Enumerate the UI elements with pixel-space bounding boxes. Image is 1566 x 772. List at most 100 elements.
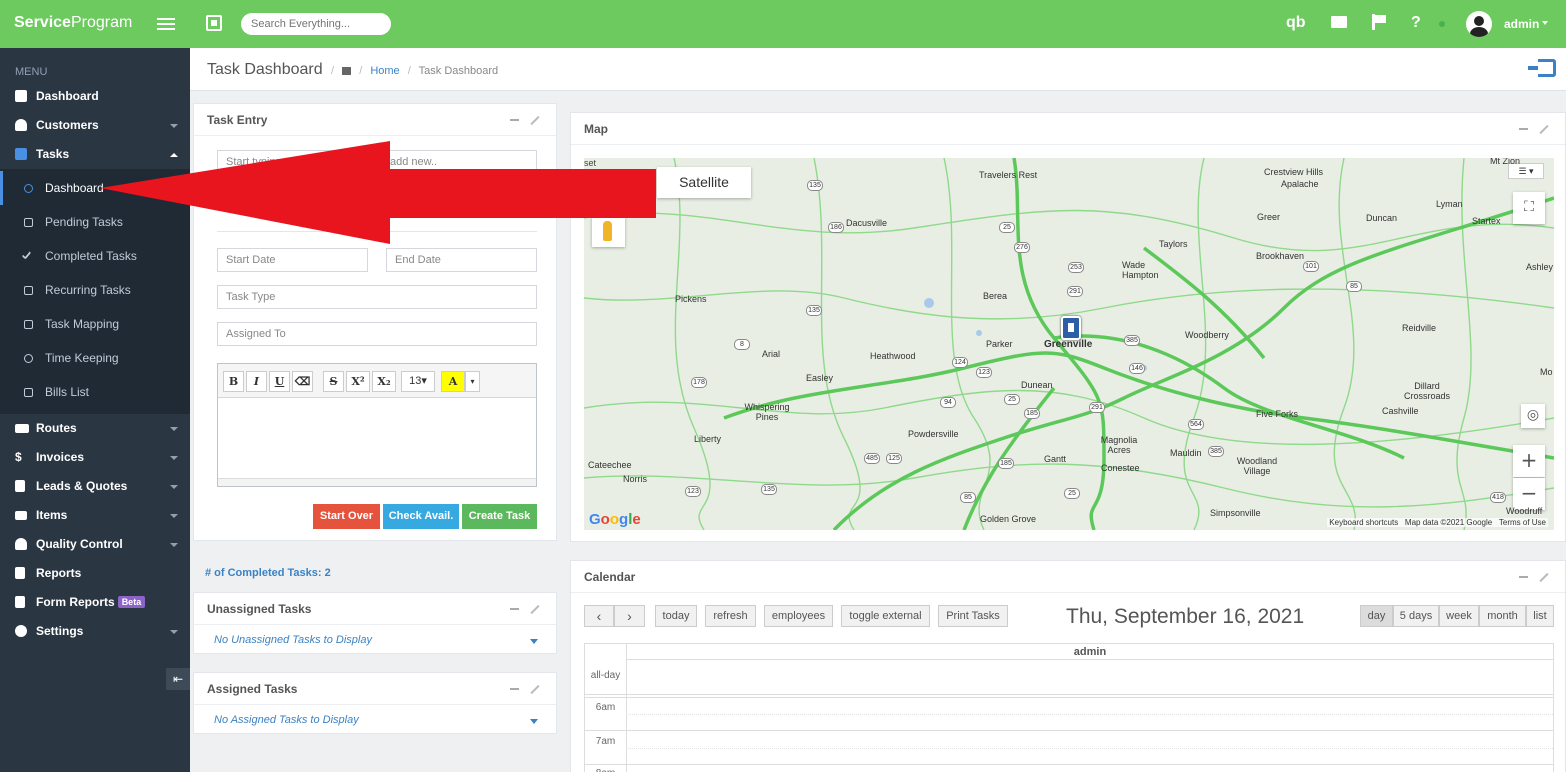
satellite-toggle-button[interactable]: Satellite (657, 167, 751, 198)
text-color-button[interactable]: A (441, 371, 465, 392)
calendar-toggle-external-button[interactable]: toggle external (841, 605, 930, 627)
map-city-label: Woodland Village (1236, 456, 1278, 476)
sidebar-item-quality-control[interactable]: Quality Control (0, 530, 190, 559)
help-icon[interactable]: ? (1411, 14, 1421, 32)
minimize-icon[interactable] (1519, 576, 1528, 578)
sidebar-item-leads-quotes[interactable]: Leads & Quotes (0, 472, 190, 501)
route-shield: 135 (806, 305, 822, 316)
strikethrough-button[interactable]: S (323, 371, 344, 392)
calendar-view-week[interactable]: week (1439, 605, 1479, 627)
keyboard-shortcuts-link[interactable]: Keyboard shortcuts (1329, 518, 1398, 527)
unassigned-tasks-panel: Unassigned Tasks No Unassigned Tasks to … (193, 592, 557, 654)
rich-text-editor[interactable]: B I U ⌫ S X² X₂ 13▾ A ▾ (217, 363, 537, 487)
pin-icon[interactable] (530, 684, 540, 695)
fullscreen-icon[interactable] (206, 15, 222, 31)
assigned-to-select[interactable]: Assigned To (217, 322, 537, 346)
breadcrumb-home-link[interactable]: Home (370, 65, 399, 77)
sidebar-item-settings[interactable]: Settings (0, 617, 190, 646)
sidebar-item-items[interactable]: Items (0, 501, 190, 530)
map-city-label: Liberty (694, 434, 722, 444)
italic-button[interactable]: I (246, 371, 267, 392)
chevron-down-icon[interactable] (530, 639, 538, 644)
chevron-down-icon[interactable]: ▾ (465, 371, 480, 392)
quickbooks-icon[interactable]: qb (1286, 14, 1306, 32)
minimize-icon[interactable] (510, 119, 519, 121)
calendar-prev-button[interactable]: ‹ (584, 605, 614, 627)
avatar[interactable] (1466, 11, 1492, 37)
map-city-label: Powdersville (908, 429, 959, 439)
route-shield: 124 (952, 357, 968, 368)
sidebar-item-invoices[interactable]: $ Invoices (0, 443, 190, 472)
pin-icon[interactable] (530, 604, 540, 615)
home-icon[interactable] (342, 67, 352, 75)
dollar-icon: $ (15, 450, 22, 464)
submenu-item-bills-list[interactable]: Bills List (0, 375, 190, 409)
sidebar-item-reports[interactable]: Reports (0, 559, 190, 588)
sidebar-item-routes[interactable]: Routes (0, 414, 190, 443)
sidebar-item-dashboard[interactable]: Dashboard (0, 82, 190, 111)
font-size-select[interactable]: 13▾ (401, 371, 435, 392)
minimize-icon[interactable] (510, 608, 519, 610)
page-header: Task Dashboard / / Home / Task Dashboard (190, 48, 1566, 91)
calendar-view-month[interactable]: month (1479, 605, 1526, 627)
end-date-input[interactable]: End Date (386, 248, 537, 272)
list-icon (24, 388, 33, 397)
chevron-down-icon[interactable] (1542, 21, 1548, 25)
search-input[interactable] (241, 13, 391, 35)
calendar-view-list[interactable]: list (1526, 605, 1554, 627)
completed-tasks-count[interactable]: # of Completed Tasks: 2 (205, 567, 331, 579)
my-location-icon[interactable]: ◎ (1521, 404, 1545, 428)
calendar-employees-button[interactable]: employees (764, 605, 833, 627)
resize-handle-icon[interactable] (218, 478, 536, 486)
calendar-view-5-days[interactable]: 5 days (1393, 605, 1439, 627)
zoom-in-button[interactable]: + (1513, 445, 1545, 477)
check-availability-button[interactable]: Check Avail. (383, 504, 459, 529)
map-fullscreen-icon[interactable]: ⛶ (1513, 192, 1545, 224)
submenu-item-task-mapping[interactable]: Task Mapping (0, 307, 190, 341)
brand-logo[interactable]: ServiceProgram (14, 14, 132, 32)
repeat-icon (24, 286, 33, 295)
calendar-view-day[interactable]: day (1360, 605, 1393, 627)
hamburger-menu-icon[interactable] (157, 15, 175, 33)
route-shield: 253 (1068, 262, 1084, 273)
calendar-today-button[interactable]: today (655, 605, 697, 627)
pin-icon[interactable] (530, 115, 540, 126)
superscript-button[interactable]: X² (346, 371, 370, 392)
submenu-item-time-keeping[interactable]: Time Keeping (0, 341, 190, 375)
pin-icon[interactable] (1539, 572, 1549, 583)
submenu-item-recurring-tasks[interactable]: Recurring Tasks (0, 273, 190, 307)
route-shield: 385 (1208, 446, 1224, 457)
calendar-refresh-button[interactable]: refresh (705, 605, 756, 627)
sign-in-icon[interactable] (1528, 59, 1556, 77)
mail-icon[interactable] (1331, 16, 1347, 28)
terms-of-use-link[interactable]: Terms of Use (1499, 518, 1546, 527)
minimize-icon[interactable] (510, 688, 519, 690)
route-shield: 85 (960, 492, 976, 503)
route-shield: 418 (1490, 492, 1506, 503)
start-date-input[interactable]: Start Date (217, 248, 368, 272)
start-over-button[interactable]: Start Over (313, 504, 380, 529)
chevron-down-icon[interactable] (530, 719, 538, 724)
calendar-next-button[interactable]: › (614, 605, 645, 627)
sidebar-collapse-icon[interactable]: ⇤ (166, 668, 190, 690)
underline-button[interactable]: U (269, 371, 290, 392)
map-city-label: Magnolia Acres (1100, 435, 1138, 455)
map-marker-icon[interactable] (1061, 316, 1081, 340)
subscript-button[interactable]: X₂ (372, 371, 396, 392)
task-type-select[interactable]: Task Type (217, 285, 537, 309)
breadcrumb-current: Task Dashboard (418, 65, 499, 77)
pin-icon[interactable] (1539, 124, 1549, 135)
create-task-button[interactable]: Create Task (462, 504, 537, 529)
map-city-label: Taylors (1159, 239, 1188, 249)
bold-button[interactable]: B (223, 371, 244, 392)
map-city-label: Reidville (1402, 323, 1437, 333)
calendar-print-tasks-button[interactable]: Print Tasks (938, 605, 1008, 627)
sidebar-item-customers[interactable]: Customers (0, 111, 190, 140)
eraser-icon[interactable]: ⌫ (292, 371, 313, 392)
minimize-icon[interactable] (1519, 128, 1528, 130)
map-city-label: Wade Hampton (1122, 260, 1159, 280)
map-canvas[interactable]: Satellite set ☰ ▾ ⛶ ◎ + − Travelers Rest… (584, 158, 1554, 530)
sidebar-item-form-reports[interactable]: Form Reports Beta (0, 588, 190, 617)
editor-toolbar: B I U ⌫ S X² X₂ 13▾ A ▾ (218, 364, 536, 398)
user-name[interactable]: admin (1504, 17, 1539, 31)
